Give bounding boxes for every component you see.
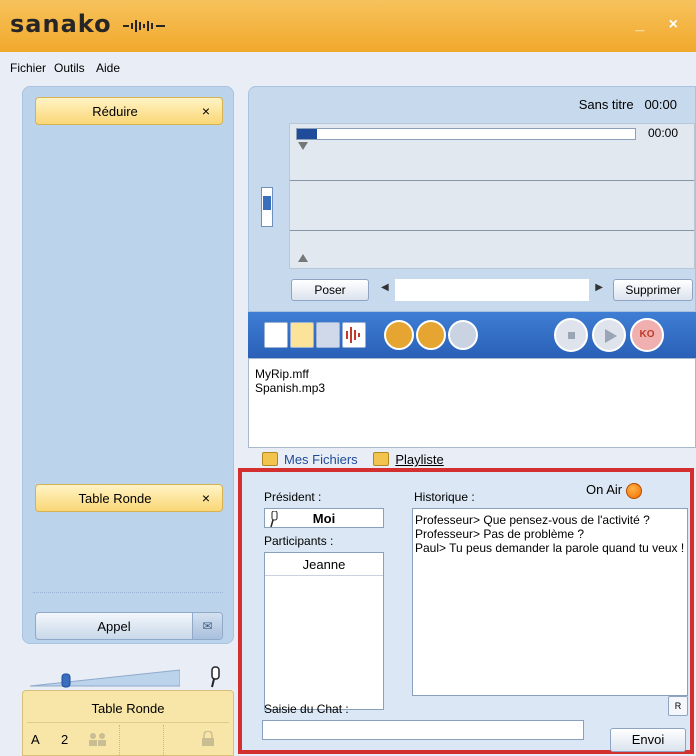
supprimer-button[interactable]: Supprimer (613, 279, 693, 301)
chat-input[interactable] (262, 720, 584, 740)
list-item[interactable]: Spanish.mp3 (255, 381, 689, 395)
marker-up-icon[interactable] (298, 254, 308, 264)
volume-slider[interactable] (30, 668, 180, 688)
player-time: 00:00 (644, 97, 677, 112)
scroll-left-icon[interactable]: ◀ (381, 282, 389, 293)
saisie-label: Saisie du Chat : (264, 702, 349, 716)
record-button[interactable]: KO (630, 318, 664, 352)
participants-label: Participants : (264, 534, 334, 548)
close-icon[interactable]: × (202, 490, 210, 506)
reduire-button[interactable]: Réduire × (35, 97, 223, 125)
left-panel: Réduire × Table Ronde × Appel ✉ (22, 86, 234, 644)
chat-message: Professeur> Pas de problème ? (415, 527, 585, 541)
waveform-icon[interactable] (342, 322, 366, 348)
group-count: 2 (61, 732, 69, 747)
divider (27, 722, 229, 723)
new-file-icon[interactable] (264, 322, 288, 348)
export-icon[interactable] (448, 320, 478, 350)
waveform-line (290, 230, 694, 231)
tab-playliste[interactable]: Playliste (373, 452, 449, 467)
scroll-track[interactable] (395, 279, 589, 301)
historique-label: Historique : (414, 490, 475, 504)
player-toolbar: KO (248, 312, 696, 358)
group-letter: A (31, 732, 40, 747)
progress-fill (297, 129, 317, 139)
menu-bar: Fichier Outils Aide (0, 52, 696, 82)
microphone-icon (211, 666, 220, 688)
title-bar: sanako _ × (0, 0, 696, 52)
president-label: Président : (264, 490, 322, 504)
waveform-area[interactable]: 00:00 (289, 123, 695, 269)
marker-down-icon[interactable] (298, 142, 308, 152)
playlist-icon (373, 452, 390, 466)
app-logo: sanako (10, 10, 112, 38)
stop-icon[interactable] (554, 318, 588, 352)
poser-button[interactable]: Poser (291, 279, 369, 301)
mail-icon[interactable]: ✉ (192, 613, 222, 639)
table-ronde-label: Table Ronde (78, 491, 152, 506)
waveform-line (290, 180, 694, 181)
close-icon[interactable]: × (202, 103, 210, 119)
on-air-indicator-icon (626, 483, 642, 499)
window-controls[interactable]: _ × (635, 16, 688, 34)
people-icon (89, 733, 106, 746)
save-icon[interactable] (316, 322, 340, 348)
table-ronde-status-box: Table Ronde A 2 (22, 690, 234, 756)
tab-mes-fichiers[interactable]: Mes Fichiers (262, 452, 364, 467)
president-name: Moi (312, 511, 336, 526)
progress-time: 00:00 (647, 126, 678, 140)
divider (119, 725, 120, 755)
participants-list[interactable]: Jeanne (264, 552, 384, 710)
player-panel: Sans titre 00:00 00:00 Poser ◀ ▶ Supprim… (248, 86, 696, 312)
slider-thumb[interactable] (263, 196, 271, 210)
open-folder-icon[interactable] (290, 322, 314, 348)
list-item[interactable]: MyRip.mff (255, 367, 689, 381)
reduire-label: Réduire (92, 104, 138, 119)
chat-history[interactable]: Professeur> Que pensez-vous de l'activit… (412, 508, 688, 696)
appel-button[interactable]: Appel ✉ (35, 612, 223, 640)
file-list[interactable]: MyRip.mff Spanish.mp3 (248, 358, 696, 448)
progress-bar[interactable] (296, 128, 636, 140)
record-voice-button[interactable]: R (668, 696, 688, 716)
menu-fichier[interactable]: Fichier (10, 61, 46, 75)
divider (33, 592, 223, 593)
swap-icon[interactable] (384, 320, 414, 350)
logo-wave-icon (123, 20, 165, 32)
file-tabs: Mes Fichiers Playliste (262, 452, 456, 467)
people-icon (262, 452, 278, 466)
appel-label: Appel (97, 619, 131, 634)
president-field: Moi (264, 508, 384, 528)
lock-icon (202, 731, 214, 746)
divider (163, 725, 164, 755)
chat-message: Paul> Tu peus demander la parole quand t… (415, 541, 685, 555)
on-air-label: On Air (586, 482, 623, 497)
chat-message: Professeur> Que pensez-vous de l'activit… (415, 513, 650, 527)
position-scrollbar[interactable]: ◀ ▶ (375, 279, 609, 301)
menu-aide[interactable]: Aide (96, 61, 120, 75)
scroll-right-icon[interactable]: ▶ (595, 282, 603, 293)
table-ronde-button[interactable]: Table Ronde × (35, 484, 223, 512)
menu-outils[interactable]: Outils (54, 61, 85, 75)
vertical-slider[interactable] (261, 187, 273, 227)
player-title: Sans titre 00:00 (578, 97, 677, 112)
divider (265, 575, 383, 576)
chat-panel: Président : Moi Participants : Jeanne Hi… (238, 468, 694, 754)
envoi-button[interactable]: Envoi (610, 728, 686, 752)
repeat-icon[interactable] (416, 320, 446, 350)
table-ronde-title: Table Ronde (91, 701, 165, 716)
list-item[interactable]: Jeanne (265, 557, 383, 572)
play-icon[interactable] (592, 318, 626, 352)
